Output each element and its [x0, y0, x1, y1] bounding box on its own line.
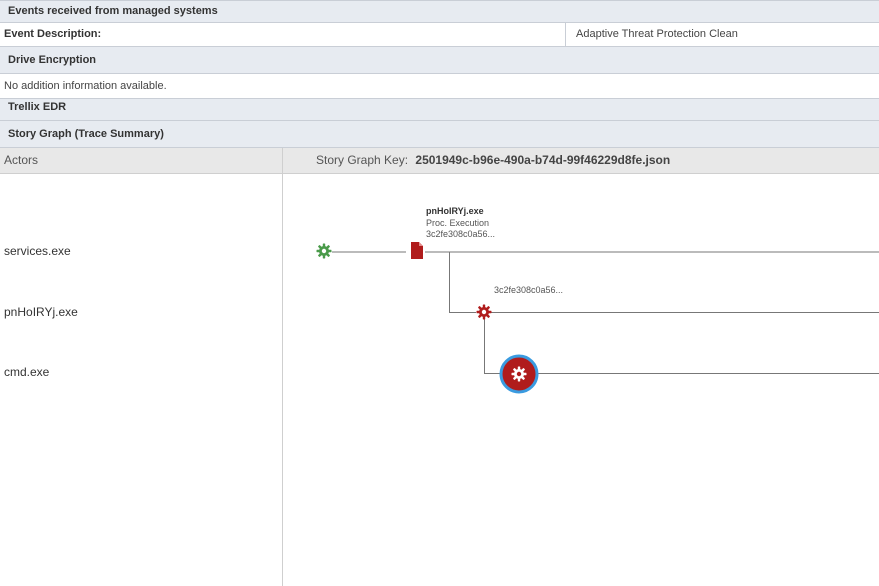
services-exe-node[interactable] — [316, 243, 332, 259]
pnhoiryj-process-node[interactable] — [476, 304, 492, 320]
gear-icon — [476, 304, 492, 320]
gear-icon — [499, 354, 539, 394]
file-icon — [411, 242, 423, 259]
story-graph-edges — [332, 251, 879, 374]
process-node-hash: 3c2fe308c0a56... — [494, 285, 564, 295]
pnhoiryj-file-node[interactable] — [410, 242, 424, 259]
cmd-exe-node[interactable] — [499, 354, 539, 394]
file-node-action: Proc. Execution — [426, 218, 490, 228]
file-node-hash: 3c2fe308c0a56... — [426, 229, 496, 239]
gear-icon — [316, 243, 332, 259]
file-node-name: pnHoIRYj.exe — [426, 206, 484, 216]
